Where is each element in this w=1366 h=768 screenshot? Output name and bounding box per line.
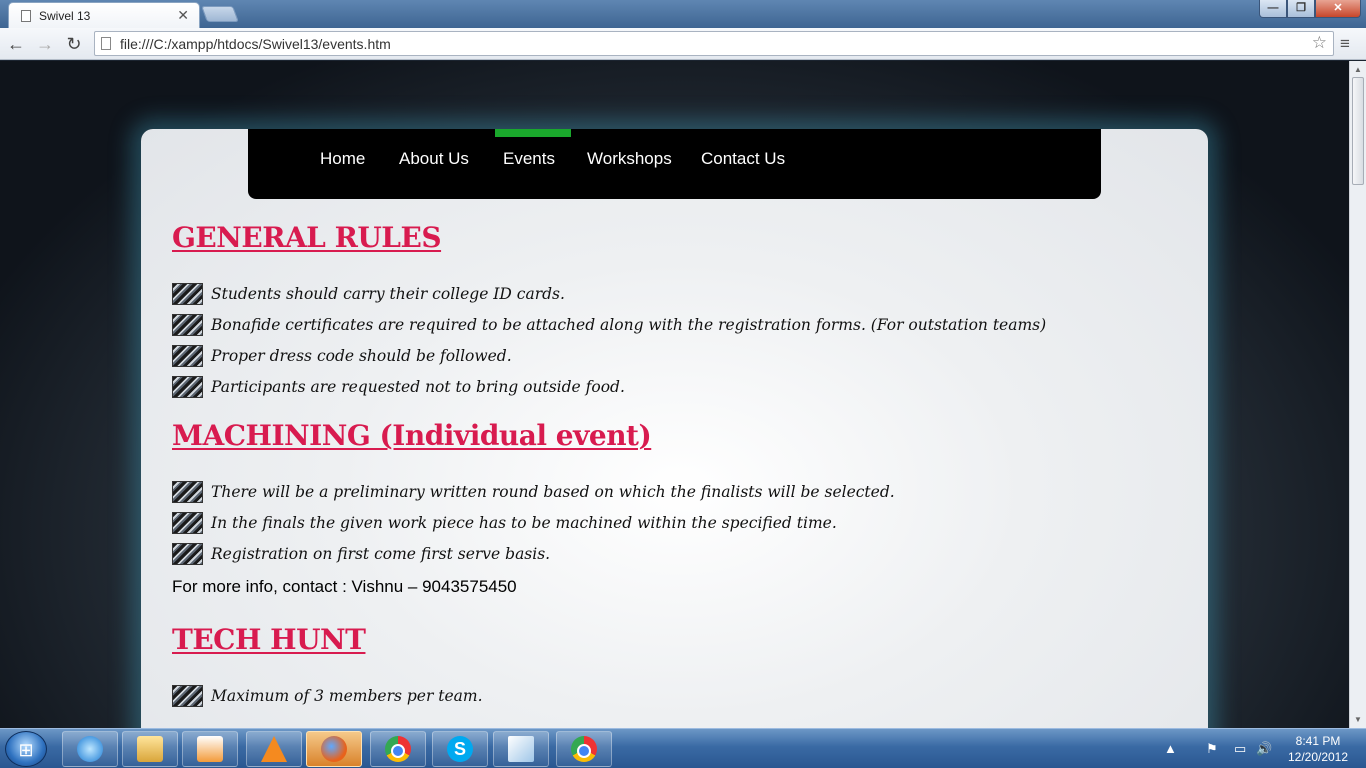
section-heading-general-rules: GENERAL RULES [172,221,442,254]
firefox-icon [321,736,347,762]
paper-icon [508,736,534,762]
nav-events[interactable]: Events [503,149,555,169]
section-heading-tech-hunt: TECH HUNT [172,623,366,656]
list-item: Bonafide certificates are required to be… [172,309,1172,340]
new-tab-button[interactable] [201,6,239,22]
browser-tab[interactable]: Swivel 13 ✕ [8,2,200,28]
site-navbar: Home About Us Events Workshops Contact U… [248,129,1101,199]
scroll-thumb[interactable] [1352,77,1364,185]
bullet-icon [172,313,203,336]
nav-workshops[interactable]: Workshops [587,149,672,169]
reload-icon[interactable]: ↻ [62,32,86,56]
page-viewport: Home About Us Events Workshops Contact U… [0,61,1349,728]
events-content: GENERAL RULES Students should carry thei… [172,221,1172,728]
taskbar-vlc[interactable] [246,731,302,767]
active-nav-indicator [495,129,571,137]
nav-contact-us[interactable]: Contact Us [701,149,785,169]
list-item: There will be a preliminary written roun… [172,476,1172,507]
taskbar-skype[interactable]: S [432,731,488,767]
address-bar[interactable]: file:///C:/xampp/htdocs/Swivel13/events.… [94,31,1334,56]
bullet-icon [172,344,203,367]
taskbar-chrome-window[interactable] [556,731,612,767]
page-icon [21,9,31,22]
list-item: In the finals the given work piece has t… [172,507,1172,538]
bullet-icon [172,480,203,503]
minimize-button[interactable]: — [1259,0,1287,18]
action-center-flag-icon[interactable]: ⚑ [1206,741,1218,757]
bookmark-star-icon[interactable]: ☆ [1312,33,1327,53]
back-arrow-icon[interactable]: ← [4,32,28,56]
window-titlebar: Swivel 13 ✕ — ❐ ✕ [0,0,1366,28]
taskbar-internet-explorer[interactable] [62,731,118,767]
folder-icon [137,736,163,762]
vlc-cone-icon [261,736,287,762]
skype-icon: S [447,736,473,762]
taskbar-clock[interactable]: 8:41 PM 12/20/2012 [1278,733,1358,765]
bullet-icon [172,542,203,565]
media-player-icon [197,736,223,762]
forward-arrow-icon[interactable]: → [33,32,57,56]
bullet-icon [172,684,203,707]
list-item: Students should carry their college ID c… [172,278,1172,309]
machining-rules-list: There will be a preliminary written roun… [172,476,1172,569]
internet-explorer-icon [77,736,103,762]
nav-home[interactable]: Home [320,149,365,169]
list-item: Maximum of 3 members per team. [172,680,1172,711]
volume-icon[interactable]: 🔊 [1256,741,1272,757]
clock-date: 12/20/2012 [1287,750,1349,764]
tech-hunt-rules-list: Maximum of 3 members per team. [172,680,1172,711]
show-hidden-icons-arrow-icon[interactable]: ▲ [1164,741,1177,756]
clock-time: 8:41 PM [1295,734,1341,748]
taskbar-media-player[interactable] [182,731,238,767]
list-item: Participants are requested not to bring … [172,371,1172,402]
chrome-icon [385,736,411,762]
chrome-icon [571,736,597,762]
bullet-icon [172,282,203,305]
taskbar-paper-app[interactable] [493,731,549,767]
scroll-down-arrow-icon[interactable]: ▼ [1354,715,1362,724]
taskbar-file-explorer[interactable] [122,731,178,767]
tab-close-icon[interactable]: ✕ [177,7,189,24]
bullet-icon [172,375,203,398]
section-heading-machining: MACHINING (Individual event) [172,419,652,452]
start-button[interactable]: ⊞ [5,731,47,767]
page-icon [101,37,111,50]
vertical-scrollbar[interactable]: ▲ ▼ [1349,61,1366,728]
maximize-button[interactable]: ❐ [1287,0,1315,18]
close-window-button[interactable]: ✕ [1315,0,1361,18]
list-item: Registration on first come first serve b… [172,538,1172,569]
taskbar-chrome[interactable] [370,731,426,767]
taskbar-firefox[interactable] [306,731,362,767]
network-icon[interactable]: ▭ [1234,741,1246,757]
machining-contact-info: For more info, contact : Vishnu – 904357… [172,577,517,596]
scroll-up-arrow-icon[interactable]: ▲ [1354,65,1362,74]
list-item: Proper dress code should be followed. [172,340,1172,371]
bullet-icon [172,511,203,534]
tab-title: Swivel 13 [39,8,91,23]
windows-logo-icon: ⊞ [18,740,34,760]
menu-icon[interactable]: ≡ [1340,34,1350,54]
nav-about-us[interactable]: About Us [399,149,469,169]
windows-taskbar: ⊞ S ▲ ⚑ ▭ 🔊 8:41 PM 12/20/2012 [0,728,1366,768]
general-rules-list: Students should carry their college ID c… [172,278,1172,402]
browser-toolbar: ← → ↻ file:///C:/xampp/htdocs/Swivel13/e… [0,28,1366,60]
url-text[interactable]: file:///C:/xampp/htdocs/Swivel13/events.… [120,36,391,52]
